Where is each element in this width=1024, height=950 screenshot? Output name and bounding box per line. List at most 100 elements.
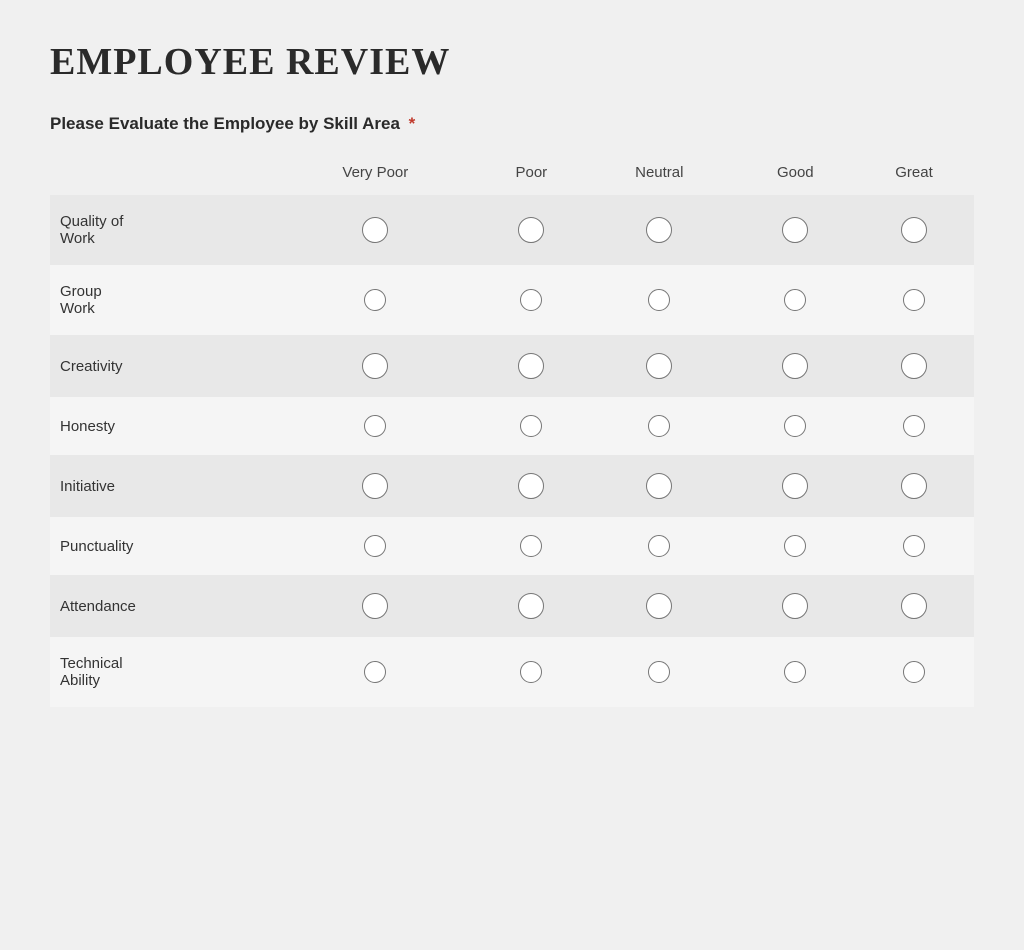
cell-initiative-poor[interactable] [481,455,582,517]
cell-attendance-neutral[interactable] [582,575,737,637]
radio-technical_ability-neutral[interactable] [648,661,670,683]
col-neutral: Neutral [582,154,737,195]
col-good: Good [737,154,854,195]
radio-punctuality-poor[interactable] [520,535,542,557]
cell-group_work-great[interactable] [854,265,974,335]
skill-label-quality_of_work: Quality ofWork [50,195,270,265]
cell-creativity-poor[interactable] [481,335,582,397]
cell-quality_of_work-poor[interactable] [481,195,582,265]
radio-group_work-good[interactable] [784,289,806,311]
section-label: Please Evaluate the Employee by Skill Ar… [50,114,974,134]
cell-attendance-poor[interactable] [481,575,582,637]
radio-creativity-poor[interactable] [518,353,544,379]
cell-honesty-neutral[interactable] [582,397,737,455]
table-row: GroupWork [50,265,974,335]
radio-quality_of_work-poor[interactable] [518,217,544,243]
cell-technical_ability-neutral[interactable] [582,637,737,707]
cell-technical_ability-great[interactable] [854,637,974,707]
radio-initiative-neutral[interactable] [646,473,672,499]
radio-punctuality-neutral[interactable] [648,535,670,557]
radio-honesty-neutral[interactable] [648,415,670,437]
cell-honesty-good[interactable] [737,397,854,455]
radio-initiative-good[interactable] [782,473,808,499]
cell-quality_of_work-neutral[interactable] [582,195,737,265]
radio-quality_of_work-great[interactable] [901,217,927,243]
radio-creativity-great[interactable] [901,353,927,379]
radio-initiative-very_poor[interactable] [362,473,388,499]
skill-label-initiative: Initiative [50,455,270,517]
col-poor: Poor [481,154,582,195]
cell-punctuality-neutral[interactable] [582,517,737,575]
radio-quality_of_work-neutral[interactable] [646,217,672,243]
cell-honesty-poor[interactable] [481,397,582,455]
cell-attendance-good[interactable] [737,575,854,637]
cell-group_work-good[interactable] [737,265,854,335]
cell-technical_ability-poor[interactable] [481,637,582,707]
radio-honesty-good[interactable] [784,415,806,437]
cell-quality_of_work-good[interactable] [737,195,854,265]
cell-technical_ability-very_poor[interactable] [270,637,481,707]
table-row: Attendance [50,575,974,637]
radio-technical_ability-very_poor[interactable] [364,661,386,683]
radio-attendance-neutral[interactable] [646,593,672,619]
cell-quality_of_work-great[interactable] [854,195,974,265]
radio-creativity-very_poor[interactable] [362,353,388,379]
skill-label-punctuality: Punctuality [50,517,270,575]
cell-creativity-good[interactable] [737,335,854,397]
skill-label-creativity: Creativity [50,335,270,397]
skill-label-honesty: Honesty [50,397,270,455]
radio-group_work-neutral[interactable] [648,289,670,311]
radio-punctuality-good[interactable] [784,535,806,557]
cell-honesty-very_poor[interactable] [270,397,481,455]
table-row: Creativity [50,335,974,397]
cell-punctuality-poor[interactable] [481,517,582,575]
cell-group_work-very_poor[interactable] [270,265,481,335]
radio-technical_ability-great[interactable] [903,661,925,683]
radio-quality_of_work-very_poor[interactable] [362,217,388,243]
cell-attendance-very_poor[interactable] [270,575,481,637]
radio-creativity-good[interactable] [782,353,808,379]
radio-initiative-poor[interactable] [518,473,544,499]
radio-punctuality-very_poor[interactable] [364,535,386,557]
cell-group_work-neutral[interactable] [582,265,737,335]
cell-creativity-very_poor[interactable] [270,335,481,397]
radio-honesty-great[interactable] [903,415,925,437]
cell-initiative-neutral[interactable] [582,455,737,517]
radio-creativity-neutral[interactable] [646,353,672,379]
radio-group_work-poor[interactable] [520,289,542,311]
skill-label-group_work: GroupWork [50,265,270,335]
radio-group_work-very_poor[interactable] [364,289,386,311]
cell-honesty-great[interactable] [854,397,974,455]
rating-table: Very Poor Poor Neutral Good Great Qualit… [50,154,974,707]
radio-technical_ability-good[interactable] [784,661,806,683]
radio-punctuality-great[interactable] [903,535,925,557]
cell-creativity-great[interactable] [854,335,974,397]
radio-initiative-great[interactable] [901,473,927,499]
cell-punctuality-great[interactable] [854,517,974,575]
radio-attendance-great[interactable] [901,593,927,619]
radio-attendance-poor[interactable] [518,593,544,619]
cell-initiative-great[interactable] [854,455,974,517]
cell-technical_ability-good[interactable] [737,637,854,707]
skill-label-attendance: Attendance [50,575,270,637]
col-great: Great [854,154,974,195]
radio-attendance-very_poor[interactable] [362,593,388,619]
radio-attendance-good[interactable] [782,593,808,619]
radio-honesty-very_poor[interactable] [364,415,386,437]
table-row: Honesty [50,397,974,455]
radio-quality_of_work-good[interactable] [782,217,808,243]
cell-quality_of_work-very_poor[interactable] [270,195,481,265]
cell-initiative-good[interactable] [737,455,854,517]
table-row: TechnicalAbility [50,637,974,707]
page-title: EMPLOYEE REVIEW [50,40,974,84]
cell-group_work-poor[interactable] [481,265,582,335]
cell-punctuality-good[interactable] [737,517,854,575]
table-row: Punctuality [50,517,974,575]
radio-honesty-poor[interactable] [520,415,542,437]
cell-initiative-very_poor[interactable] [270,455,481,517]
radio-group_work-great[interactable] [903,289,925,311]
cell-attendance-great[interactable] [854,575,974,637]
radio-technical_ability-poor[interactable] [520,661,542,683]
cell-punctuality-very_poor[interactable] [270,517,481,575]
cell-creativity-neutral[interactable] [582,335,737,397]
